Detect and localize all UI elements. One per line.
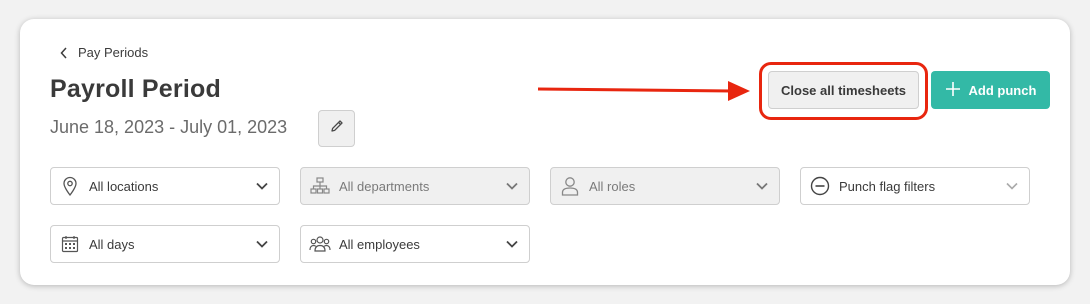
roles-filter-value: All roles	[589, 178, 636, 194]
people-group-icon	[301, 235, 339, 253]
person-icon	[551, 176, 589, 196]
plus-icon	[945, 81, 961, 100]
edit-period-button[interactable]	[318, 110, 355, 147]
annotation-arrow	[536, 78, 752, 107]
employees-filter-value: All employees	[339, 236, 420, 252]
days-filter[interactable]: All days	[50, 225, 280, 263]
punch-flag-filter-value: Punch flag filters	[839, 178, 936, 194]
calendar-icon	[51, 235, 89, 253]
chevron-down-icon	[995, 182, 1029, 190]
close-all-timesheets-button[interactable]: Close all timesheets	[768, 71, 919, 109]
chevron-down-icon	[495, 182, 529, 190]
pencil-icon	[329, 118, 345, 139]
chevron-down-icon	[745, 182, 779, 190]
add-punch-button[interactable]: Add punch	[931, 71, 1050, 109]
chevron-down-icon	[245, 240, 279, 248]
breadcrumb-label: Pay Periods	[78, 45, 149, 60]
breadcrumb-back-link[interactable]: Pay Periods	[60, 45, 148, 60]
departments-filter[interactable]: All departments	[300, 167, 530, 205]
locations-filter[interactable]: All locations	[50, 167, 280, 205]
page-title: Payroll Period	[50, 75, 221, 103]
minus-circle-icon	[801, 176, 839, 196]
chevron-left-icon	[60, 46, 68, 59]
add-punch-label: Add punch	[968, 82, 1037, 98]
days-filter-value: All days	[89, 236, 135, 252]
date-range: June 18, 2023 - July 01, 2023	[50, 117, 288, 137]
roles-filter[interactable]: All roles	[550, 167, 780, 205]
punch-flag-filter[interactable]: Punch flag filters	[800, 167, 1030, 205]
departments-filter-value: All departments	[339, 178, 430, 194]
employees-filter[interactable]: All employees	[300, 225, 530, 263]
chevron-down-icon	[245, 182, 279, 190]
payroll-period-card: Pay Periods Payroll Period June 18, 2023…	[20, 19, 1070, 285]
locations-filter-value: All locations	[89, 178, 159, 194]
org-chart-icon	[301, 177, 339, 195]
location-pin-icon	[51, 176, 89, 196]
chevron-down-icon	[495, 240, 529, 248]
